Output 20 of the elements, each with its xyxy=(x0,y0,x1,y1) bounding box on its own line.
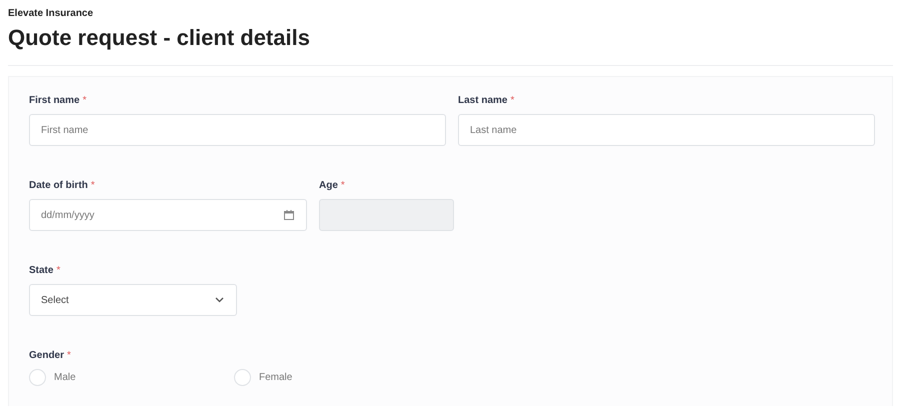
select-value: Select xyxy=(41,294,69,306)
radio-label[interactable]: Male xyxy=(54,372,76,383)
field-label: Age * xyxy=(319,180,346,191)
field-label: First name * xyxy=(29,95,88,106)
brand-name: Elevate Insurance xyxy=(8,8,94,19)
date-input-field[interactable]: dd/mm/yyyy xyxy=(29,199,307,231)
date-placeholder: dd/mm/yyyy xyxy=(41,210,94,220)
page-title: Quote request - client details xyxy=(8,25,311,51)
chevron-down-icon xyxy=(215,297,224,303)
radio-button[interactable] xyxy=(234,369,251,386)
radio-label[interactable]: Female xyxy=(259,372,292,383)
text-input-field[interactable]: Last name xyxy=(458,114,875,146)
field-label: Gender * xyxy=(29,350,72,361)
radio-button[interactable] xyxy=(29,369,46,386)
text-input-field[interactable]: First name xyxy=(29,114,446,146)
state-select[interactable]: Select xyxy=(29,284,237,316)
calendar-icon xyxy=(284,210,294,220)
field-label: State * xyxy=(29,265,62,276)
field-label: Last name * xyxy=(458,95,516,106)
field-label: Date of birth * xyxy=(29,180,96,191)
